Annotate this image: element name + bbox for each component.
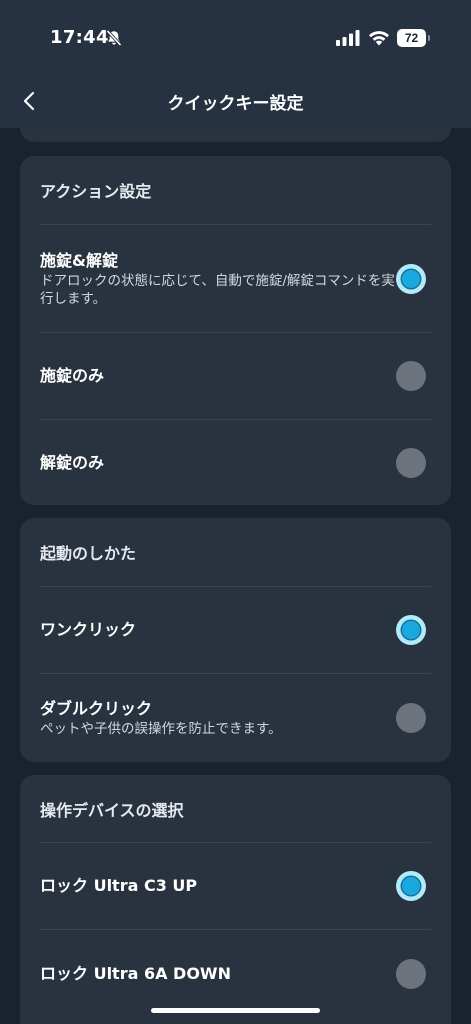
option-label: 施錠のみ: [40, 366, 105, 385]
previous-card-bottom: [20, 128, 451, 142]
home-indicator[interactable]: [151, 1008, 320, 1013]
section-activation-method: 起動のしかた ワンクリック ダブルクリック ペットや子供の誤操作を防止できます。: [20, 518, 451, 762]
option-label: 解錠のみ: [40, 452, 105, 472]
option-double-click[interactable]: ダブルクリック ペットや子供の誤操作を防止できます。: [20, 674, 451, 762]
top-bar: 17:44 72 クイックキー設定: [0, 0, 471, 128]
option-text: ワンクリック: [40, 619, 136, 641]
option-unlock-only[interactable]: 解錠のみ: [20, 420, 451, 505]
radio-button[interactable]: [396, 361, 426, 391]
option-label: ワンクリック: [40, 620, 137, 639]
option-text: ダブルクリック ペットや子供の誤操作を防止できます。: [40, 698, 395, 738]
option-text: 施錠のみ: [40, 365, 104, 387]
radio-button[interactable]: [396, 615, 426, 645]
battery-nub: [428, 35, 430, 41]
wifi-icon: [369, 31, 389, 46]
option-label: ロック Ultra C3 UP: [40, 876, 198, 895]
option-description: ペットや子供の誤操作を防止できます。: [40, 721, 282, 737]
option-device-c3-up[interactable]: ロック Ultra C3 UP: [20, 843, 451, 929]
option-text: 解錠のみ: [40, 452, 104, 474]
cellular-signal-icon: [336, 30, 360, 46]
radio-button[interactable]: [396, 263, 426, 294]
battery-icon: 72: [397, 29, 426, 47]
option-description: ドアロックの状態に応じて、自動で施錠/解錠コマンドを実行します。: [40, 272, 395, 307]
radio-button[interactable]: [396, 871, 426, 901]
section-title: 起動のしかた: [40, 544, 137, 563]
section-title: 操作デバイスの選択: [40, 800, 184, 820]
option-label: ダブルクリック: [40, 699, 153, 718]
page-title: クイックキー設定: [167, 94, 304, 114]
option-text: ロック Ultra 6A DOWN: [40, 963, 231, 985]
section-action-settings: アクション設定 施錠&解錠 ドアロックの状態に応じて、自動で施錠/解錠コマンドを…: [20, 156, 451, 505]
option-device-6a-down[interactable]: ロック Ultra 6A DOWN: [20, 930, 451, 1017]
bell-slash-icon: [106, 29, 122, 47]
section-device-selection: 操作デバイスの選択 ロック Ultra C3 UP ロック Ultra 6A D…: [20, 775, 451, 1024]
status-time: 17:44: [50, 27, 109, 48]
option-label: ロック Ultra 6A DOWN: [40, 963, 231, 983]
option-lock-only[interactable]: 施錠のみ: [20, 333, 451, 419]
option-text: 施錠&解錠 ドアロックの状態に応じて、自動で施錠/解錠コマンドを実行します。: [40, 250, 395, 308]
section-title: アクション設定: [40, 182, 152, 201]
option-text: ロック Ultra C3 UP: [40, 875, 197, 897]
radio-button[interactable]: [396, 958, 426, 989]
option-lock-and-unlock[interactable]: 施錠&解錠 ドアロックの状態に応じて、自動で施錠/解錠コマンドを実行します。: [20, 225, 451, 332]
option-single-click[interactable]: ワンクリック: [20, 587, 451, 673]
radio-button[interactable]: [396, 703, 426, 733]
radio-button[interactable]: [396, 447, 426, 478]
option-label: 施錠&解錠: [40, 250, 118, 270]
